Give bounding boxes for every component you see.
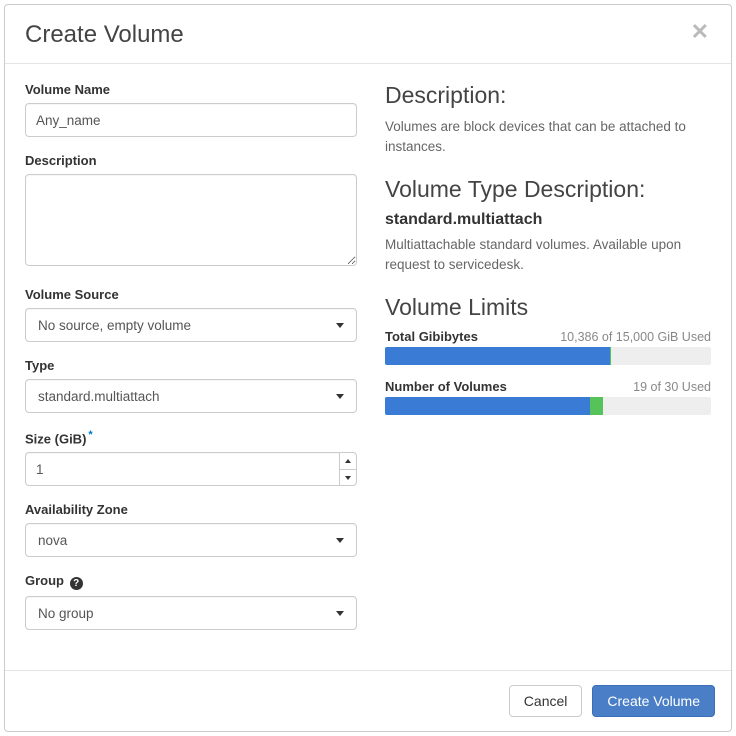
vol-limit-label: Number of Volumes [385,379,507,394]
chevron-down-icon [345,476,351,480]
gib-limit-used: 10,386 of 15,000 GiB Used [560,330,711,344]
gib-limit-row: Total Gibibytes 10,386 of 15,000 GiB Use… [385,329,711,344]
vol-limit-row: Number of Volumes 19 of 30 Used [385,379,711,394]
create-volume-modal: Create Volume ✕ Volume Name Description … [4,4,732,732]
volume-source-select[interactable]: No source, empty volume [25,308,357,342]
size-decrement-button[interactable] [340,469,356,486]
vol-progress-added [590,397,603,415]
group-value: No group [38,606,94,621]
gib-limit-label: Total Gibibytes [385,329,478,344]
type-value: standard.multiattach [38,389,160,404]
vol-progress [385,397,711,415]
type-name: standard.multiattach [385,211,711,229]
caret-down-icon [336,323,344,328]
size-group: Size (GiB)* [25,429,357,486]
group-select[interactable]: No group [25,596,357,630]
required-marker: * [88,429,92,441]
vol-limit-used: 19 of 30 Used [633,380,711,394]
caret-down-icon [336,538,344,543]
vol-progress-used [385,397,590,415]
spin-buttons [339,452,357,486]
volume-source-label: Volume Source [25,287,357,302]
chevron-up-icon [345,459,351,463]
az-label: Availability Zone [25,502,357,517]
gib-progress-added [610,347,611,365]
size-label: Size (GiB)* [25,429,357,446]
az-group: Availability Zone nova [25,502,357,557]
modal-body: Volume Name Description Volume Source No… [5,64,731,670]
description-text: Volumes are block devices that can be at… [385,117,711,156]
group-group: Group ? No group [25,573,357,630]
size-increment-button[interactable] [340,453,356,469]
type-group: Type standard.multiattach [25,358,357,413]
cancel-button[interactable]: Cancel [509,685,583,717]
type-desc-heading: Volume Type Description: [385,176,711,203]
limits-heading: Volume Limits [385,294,711,321]
volume-name-input[interactable] [25,103,357,137]
description-group: Description [25,153,357,271]
type-label: Type [25,358,357,373]
size-stepper[interactable] [25,452,357,486]
caret-down-icon [336,611,344,616]
create-volume-button[interactable]: Create Volume [592,685,715,717]
info-column: Description: Volumes are block devices t… [385,82,711,646]
volume-source-value: No source, empty volume [38,318,191,333]
description-label: Description [25,153,357,168]
close-icon[interactable]: ✕ [689,21,711,43]
volume-name-group: Volume Name [25,82,357,137]
az-select[interactable]: nova [25,523,357,557]
gib-progress [385,347,711,365]
modal-header: Create Volume ✕ [5,5,731,64]
volume-name-label: Volume Name [25,82,357,97]
description-textarea[interactable] [25,174,357,266]
description-heading: Description: [385,82,711,109]
gib-progress-used [385,347,610,365]
size-input[interactable] [25,452,339,486]
type-select[interactable]: standard.multiattach [25,379,357,413]
type-desc-text: Multiattachable standard volumes. Availa… [385,235,711,274]
form-column: Volume Name Description Volume Source No… [25,82,357,646]
modal-title: Create Volume [25,21,184,49]
modal-footer: Cancel Create Volume [5,670,731,731]
caret-down-icon [336,394,344,399]
group-label: Group ? [25,573,357,590]
volume-source-group: Volume Source No source, empty volume [25,287,357,342]
help-icon[interactable]: ? [70,577,83,590]
az-value: nova [38,533,67,548]
